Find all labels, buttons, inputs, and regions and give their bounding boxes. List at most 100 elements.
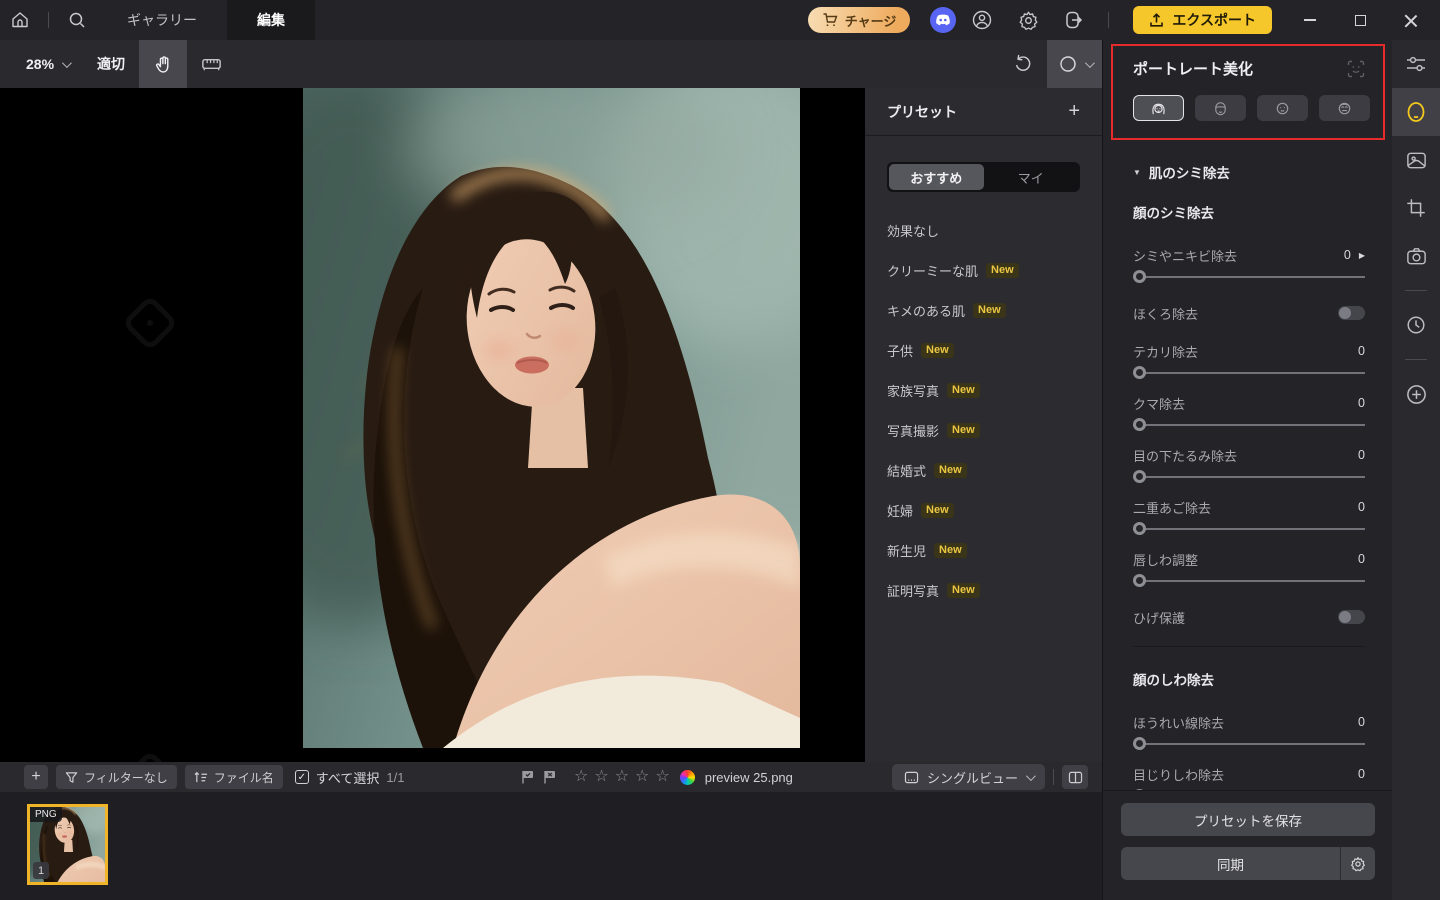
preset-item[interactable]: 妊婦New <box>865 490 1102 530</box>
divider <box>1405 290 1427 291</box>
slider-knob[interactable] <box>1133 737 1146 750</box>
ruler-tool-button[interactable] <box>187 40 235 88</box>
charge-button[interactable]: チャージ <box>808 7 911 33</box>
slider-track[interactable] <box>1133 783 1365 790</box>
subsection-face-blemish: 顔のシミ除去 <box>1133 202 1365 222</box>
slider-knob[interactable] <box>1133 270 1146 283</box>
add-preset-button[interactable]: + <box>1068 100 1080 123</box>
slider-track[interactable] <box>1133 264 1365 290</box>
slider-track[interactable] <box>1133 568 1365 594</box>
divider <box>1405 359 1427 360</box>
zoom-level-dropdown[interactable]: 28% <box>0 56 83 72</box>
slider-track[interactable] <box>1133 516 1365 542</box>
clock-icon <box>1405 314 1427 336</box>
slider-knob[interactable] <box>1133 470 1146 483</box>
tab-my-presets[interactable]: マイ <box>984 164 1079 190</box>
star-icon[interactable]: ☆ <box>635 769 649 785</box>
rail-history-button[interactable] <box>1392 301 1440 349</box>
index-badge: 1 <box>33 862 49 879</box>
star-icon[interactable]: ☆ <box>615 769 629 785</box>
preset-item[interactable]: 証明写真New <box>865 570 1102 610</box>
color-label-icon[interactable] <box>680 770 695 785</box>
filter-button[interactable]: フィルターなし <box>56 765 177 789</box>
slider-row: 目の下たるみ除去0 <box>1133 446 1365 490</box>
export-button[interactable]: エクスポート <box>1133 6 1272 34</box>
tab-recommended[interactable]: おすすめ <box>889 164 984 190</box>
toggle-switch[interactable] <box>1338 610 1365 624</box>
new-badge: New <box>921 343 954 358</box>
slider-track[interactable] <box>1133 360 1365 386</box>
preset-item[interactable]: クリーミーな肌New <box>865 250 1102 290</box>
view-mode-dropdown[interactable]: シングルビュー <box>892 764 1045 790</box>
rail-portrait-button[interactable] <box>1392 88 1440 136</box>
flag-reject-icon[interactable] <box>542 769 558 785</box>
filmstrip: PNG 1 <box>0 792 1102 900</box>
chevron-down-icon <box>62 58 72 68</box>
preset-item[interactable]: キメのある肌New <box>865 290 1102 330</box>
logout-button[interactable] <box>1054 0 1094 40</box>
rail-camera-button[interactable] <box>1392 232 1440 280</box>
preset-item[interactable]: 写真撮影New <box>865 410 1102 450</box>
slider-row: 二重あご除去0 <box>1133 498 1365 542</box>
tab-gallery[interactable]: ギャラリー <box>97 0 227 40</box>
slider-track[interactable] <box>1133 412 1365 438</box>
slider-knob[interactable] <box>1133 366 1146 379</box>
image-canvas[interactable] <box>0 88 865 762</box>
slider-knob[interactable] <box>1133 418 1146 431</box>
photo-preview[interactable] <box>303 88 800 748</box>
filmstrip-thumbnail[interactable]: PNG 1 <box>27 804 108 885</box>
slider-label: 唇しわ調整 <box>1133 550 1358 569</box>
compare-view-button[interactable] <box>1047 40 1102 88</box>
preset-item[interactable]: 新生児New <box>865 530 1102 570</box>
sync-settings-button[interactable] <box>1341 847 1375 880</box>
add-photo-button[interactable]: + <box>24 765 48 789</box>
plus-circle-icon <box>1405 383 1428 406</box>
star-icon[interactable]: ☆ <box>594 769 608 785</box>
preset-item[interactable]: 家族写真New <box>865 370 1102 410</box>
rail-add-button[interactable] <box>1392 370 1440 418</box>
slider-knob[interactable] <box>1133 574 1146 587</box>
window-minimize-button[interactable] <box>1288 0 1332 40</box>
new-badge: New <box>934 463 967 478</box>
preset-item[interactable]: 子供New <box>865 330 1102 370</box>
rail-adjustments-button[interactable] <box>1392 40 1440 88</box>
window-close-button[interactable] <box>1388 0 1432 40</box>
edit-toolbar: 28% 適切 <box>0 40 1102 88</box>
sync-button-label[interactable]: 同期 <box>1121 847 1341 880</box>
fit-view-button[interactable]: 適切 <box>83 54 139 74</box>
slider-label: ほうれい線除去 <box>1133 713 1358 732</box>
search-button[interactable] <box>57 0 97 40</box>
rail-background-button[interactable] <box>1392 136 1440 184</box>
slider-track[interactable] <box>1133 731 1365 757</box>
split-view-icon <box>1068 771 1083 784</box>
slider-track[interactable] <box>1133 464 1365 490</box>
expand-arrow-icon[interactable]: ▶ <box>1359 251 1365 260</box>
preset-item[interactable]: 結婚式New <box>865 450 1102 490</box>
select-all-control[interactable]: ✓ すべて選択 1/1 <box>295 768 405 787</box>
account-button[interactable] <box>962 0 1002 40</box>
beauty-settings-scroll: ▼ 肌のシミ除去 顔のシミ除去 シミやニキビ除去 0 ▶ ほくろ除去 テカリ除去… <box>1103 142 1393 790</box>
undo-button[interactable] <box>999 40 1047 88</box>
split-view-button[interactable] <box>1062 765 1088 789</box>
toggle-switch[interactable] <box>1338 306 1365 320</box>
rail-crop-button[interactable] <box>1392 184 1440 232</box>
section-skin-blemish[interactable]: ▼ 肌のシミ除去 <box>1133 162 1365 182</box>
portrait-beauty-panel: ポートレート美化 ▼ 肌のシミ <box>1102 40 1392 900</box>
tab-edit[interactable]: 編集 <box>227 0 315 40</box>
window-maximize-button[interactable] <box>1338 0 1382 40</box>
preset-item[interactable]: 効果なし <box>865 210 1102 250</box>
cart-icon <box>822 12 838 28</box>
home-button[interactable] <box>0 0 40 40</box>
sort-button[interactable]: ファイル名 <box>185 765 283 789</box>
settings-button[interactable] <box>1008 0 1048 40</box>
star-icon[interactable]: ☆ <box>655 769 669 785</box>
discord-button[interactable] <box>930 7 956 33</box>
save-preset-button[interactable]: プリセットを保存 <box>1121 803 1375 836</box>
hand-tool-button[interactable] <box>139 40 187 88</box>
sync-button[interactable]: 同期 <box>1121 847 1375 880</box>
checkbox-checked-icon[interactable]: ✓ <box>295 770 309 784</box>
flag-pick-icon[interactable] <box>520 769 536 785</box>
star-icon[interactable]: ☆ <box>574 769 588 785</box>
slider-value: 0 <box>1358 767 1365 781</box>
slider-knob[interactable] <box>1133 522 1146 535</box>
